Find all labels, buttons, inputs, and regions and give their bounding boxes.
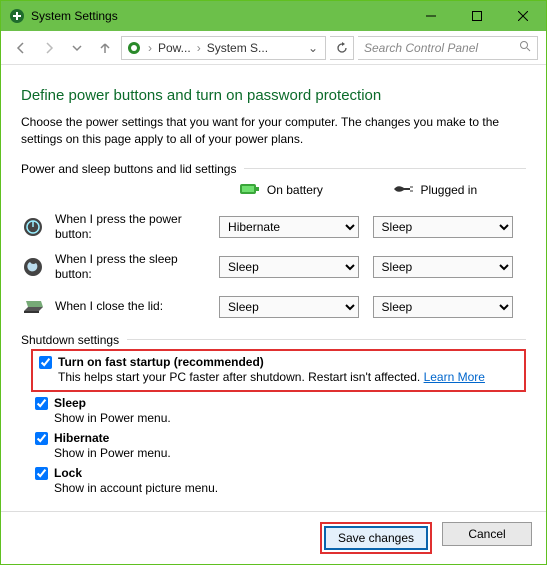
save-changes-button[interactable]: Save changes bbox=[324, 526, 428, 550]
close-lid-battery-select[interactable]: Sleep bbox=[219, 296, 359, 318]
page-title: Define power buttons and turn on passwor… bbox=[21, 87, 526, 104]
fast-startup-title: Turn on fast startup (recommended) bbox=[58, 355, 264, 369]
power-options-icon bbox=[126, 40, 142, 56]
minimize-button[interactable] bbox=[408, 1, 454, 31]
navbar: › Pow... › System S... ⌄ Search Control … bbox=[1, 31, 546, 65]
row-power-button: When I press the power button: Hibernate… bbox=[21, 207, 526, 247]
search-placeholder: Search Control Panel bbox=[364, 41, 478, 55]
highlight-save-button: Save changes bbox=[320, 522, 432, 554]
shutdown-item-fast-startup: Turn on fast startup (recommended) This … bbox=[39, 355, 518, 384]
address-bar[interactable]: › Pow... › System S... ⌄ bbox=[121, 36, 326, 60]
row-label: When I press the sleep button: bbox=[55, 252, 205, 281]
hibernate-title: Hibernate bbox=[54, 431, 109, 445]
up-button[interactable] bbox=[93, 36, 117, 60]
plug-icon bbox=[392, 182, 414, 199]
chevron-right-icon: › bbox=[146, 41, 154, 55]
fast-startup-desc: This helps start your PC faster after sh… bbox=[58, 370, 420, 384]
page-description: Choose the power settings that you want … bbox=[21, 114, 526, 148]
hibernate-desc: Show in Power menu. bbox=[54, 446, 526, 460]
chevron-right-icon: › bbox=[195, 41, 203, 55]
row-label: When I press the power button: bbox=[55, 212, 205, 241]
sleep-title: Sleep bbox=[54, 396, 86, 410]
lock-checkbox[interactable] bbox=[35, 467, 48, 480]
shutdown-item-hibernate: Hibernate Show in Power menu. bbox=[35, 431, 526, 460]
close-lid-plugged-select[interactable]: Sleep bbox=[373, 296, 513, 318]
cancel-button[interactable]: Cancel bbox=[442, 522, 532, 546]
app-icon bbox=[9, 8, 25, 24]
sleep-button-battery-select[interactable]: Sleep bbox=[219, 256, 359, 278]
hibernate-checkbox[interactable] bbox=[35, 432, 48, 445]
power-button-icon bbox=[21, 215, 45, 239]
fast-startup-checkbox[interactable] bbox=[39, 356, 52, 369]
lid-icon bbox=[21, 295, 45, 319]
section-heading-power-sleep: Power and sleep buttons and lid settings bbox=[21, 162, 526, 176]
sleep-checkbox[interactable] bbox=[35, 397, 48, 410]
highlight-fast-startup: Turn on fast startup (recommended) This … bbox=[31, 349, 526, 392]
section-heading-shutdown: Shutdown settings bbox=[21, 333, 526, 347]
search-input[interactable]: Search Control Panel bbox=[358, 36, 538, 60]
breadcrumb-item[interactable]: Pow... bbox=[158, 41, 191, 55]
window-title: System Settings bbox=[31, 9, 118, 23]
plugged-in-label: Plugged in bbox=[420, 183, 477, 197]
recent-locations-button[interactable] bbox=[65, 36, 89, 60]
forward-button[interactable] bbox=[37, 36, 61, 60]
window-frame: System Settings bbox=[0, 0, 547, 565]
lock-title: Lock bbox=[54, 466, 82, 480]
learn-more-link[interactable]: Learn More bbox=[424, 370, 485, 384]
shutdown-item-sleep: Sleep Show in Power menu. bbox=[35, 396, 526, 425]
row-sleep-button: When I press the sleep button: Sleep Sle… bbox=[21, 247, 526, 287]
breadcrumb-item[interactable]: System S... bbox=[207, 41, 268, 55]
sleep-button-icon bbox=[21, 255, 45, 279]
shutdown-item-lock: Lock Show in account picture menu. bbox=[35, 466, 526, 495]
content-area: Define power buttons and turn on passwor… bbox=[1, 65, 546, 511]
power-button-battery-select[interactable]: Hibernate bbox=[219, 216, 359, 238]
back-button[interactable] bbox=[9, 36, 33, 60]
lock-desc: Show in account picture menu. bbox=[54, 481, 526, 495]
titlebar: System Settings bbox=[1, 1, 546, 31]
sleep-desc: Show in Power menu. bbox=[54, 411, 526, 425]
refresh-button[interactable] bbox=[330, 36, 354, 60]
footer: Save changes Cancel bbox=[1, 511, 546, 564]
row-label: When I close the lid: bbox=[55, 299, 163, 313]
chevron-down-icon[interactable]: ⌄ bbox=[305, 41, 321, 55]
close-button[interactable] bbox=[500, 1, 546, 31]
column-headers: On battery Plugged in bbox=[21, 182, 526, 199]
search-icon bbox=[519, 40, 531, 55]
sleep-button-plugged-select[interactable]: Sleep bbox=[373, 256, 513, 278]
power-button-plugged-select[interactable]: Sleep bbox=[373, 216, 513, 238]
row-close-lid: When I close the lid: Sleep Sleep bbox=[21, 287, 526, 327]
maximize-button[interactable] bbox=[454, 1, 500, 31]
on-battery-label: On battery bbox=[267, 183, 323, 197]
battery-icon bbox=[239, 182, 261, 199]
